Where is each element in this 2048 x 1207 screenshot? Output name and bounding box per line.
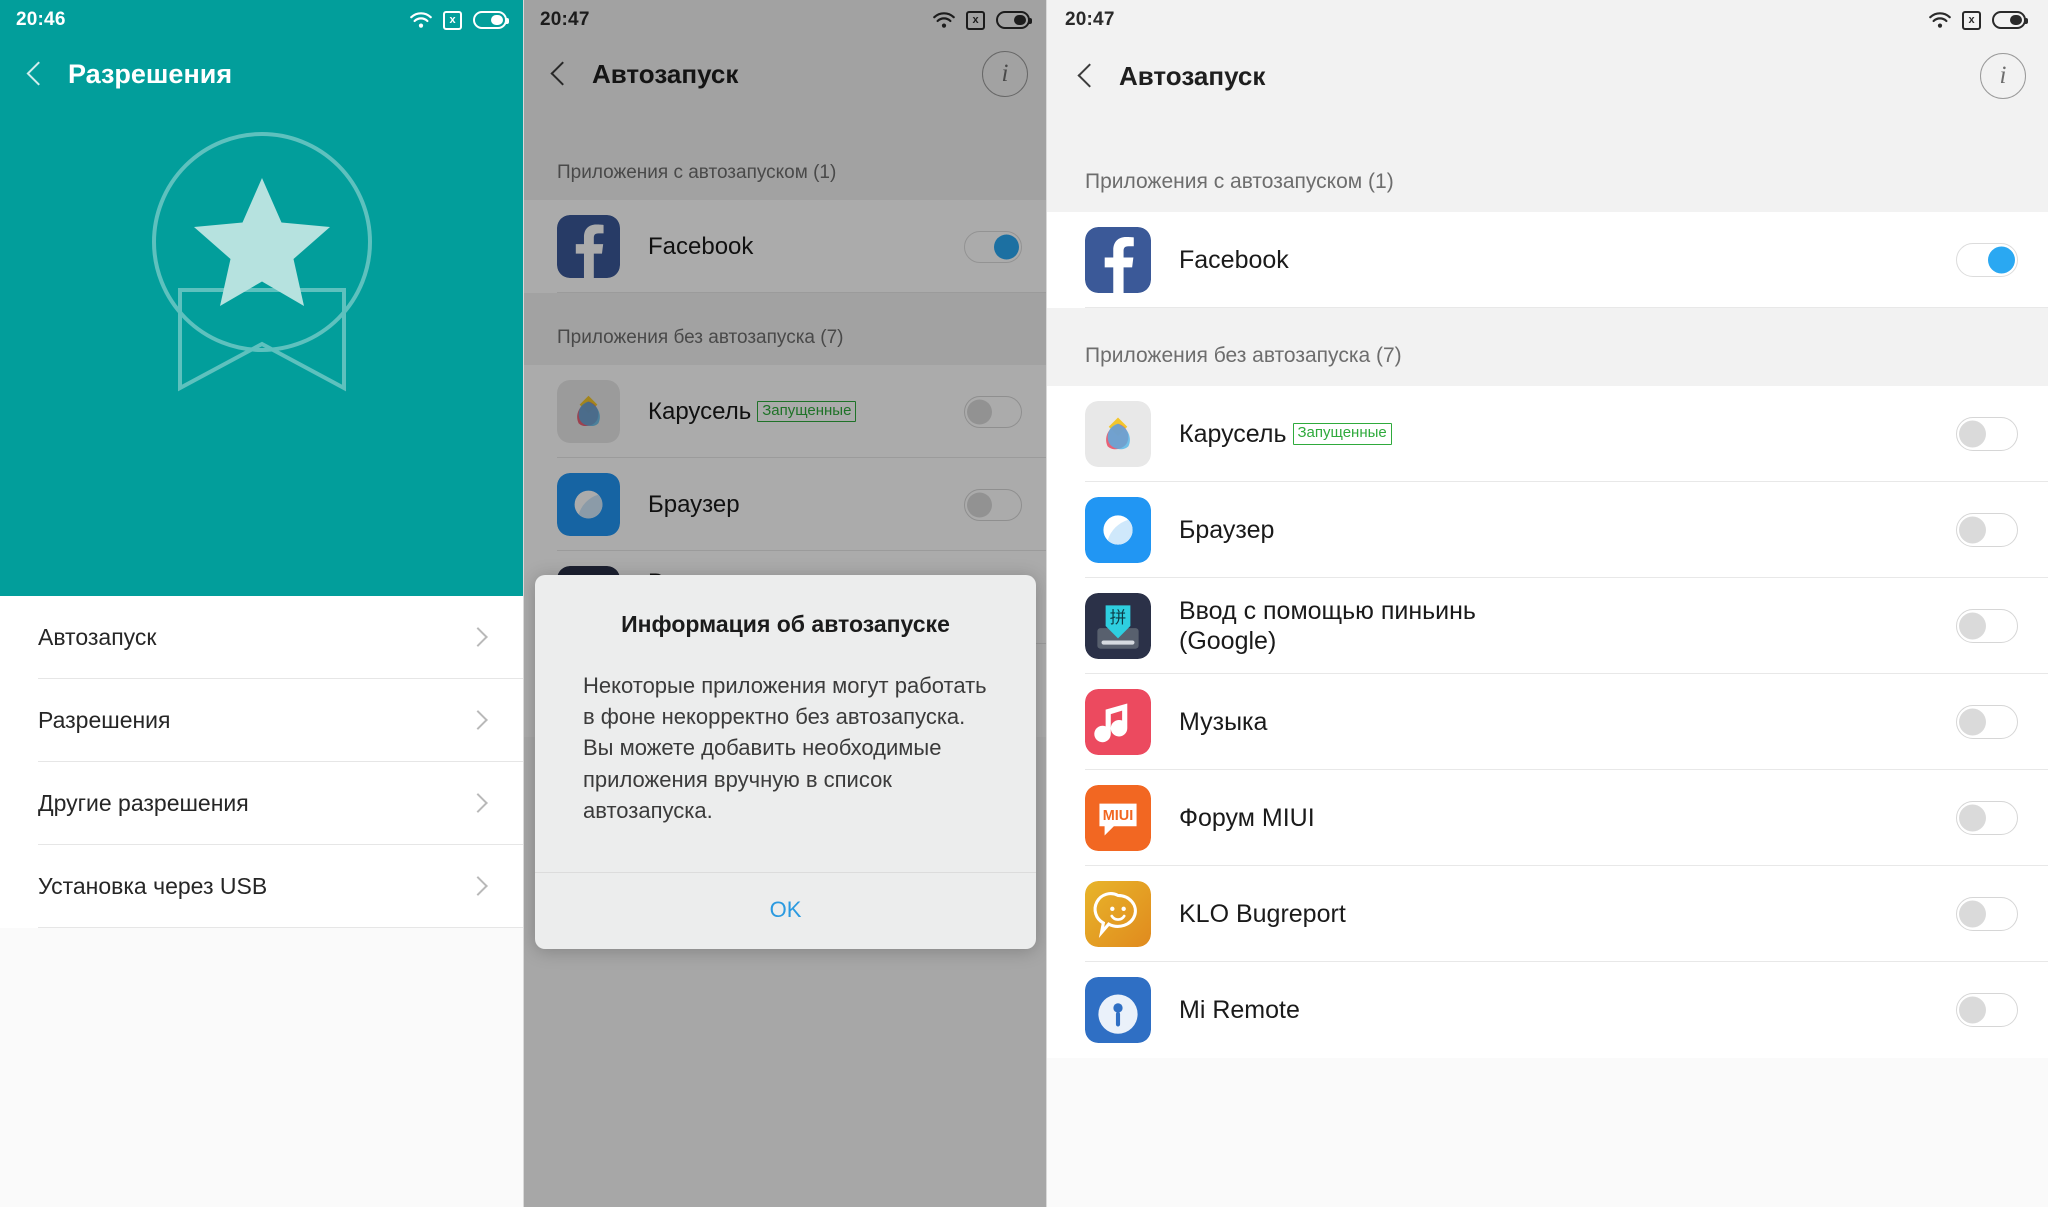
wifi-icon — [1929, 11, 1951, 29]
facebook-icon — [1085, 227, 1151, 293]
screenshot-triptych: 20:46 x Разрешения Автозапуск Разрешения… — [0, 0, 2048, 1207]
miui-forum-icon: MIUI — [1085, 785, 1151, 851]
ok-button[interactable]: OK — [535, 873, 1036, 949]
chevron-right-icon — [468, 793, 488, 813]
svg-text:MIUI: MIUI — [1103, 808, 1133, 824]
autostart-toggle[interactable] — [1956, 417, 2018, 451]
settings-row-label: Установка через USB — [38, 872, 268, 899]
mi-remote-icon — [1085, 977, 1151, 1043]
section-heading: Приложения без автозапуска (7) — [1047, 308, 2048, 386]
status-icons: x — [410, 10, 509, 30]
wifi-icon — [410, 11, 432, 29]
music-icon — [1085, 689, 1151, 755]
sim-disabled-icon: x — [1962, 10, 1981, 30]
app-name: Ввод с помощью пиньинь (Google) — [1179, 596, 1476, 656]
status-bar: 20:47 x — [1047, 0, 2048, 40]
autostart-list: Приложения с автозапуском (1) Facebook П… — [1047, 112, 2048, 1058]
autostart-toggle[interactable] — [1956, 897, 2018, 931]
app-row[interactable]: 拼 Ввод с помощью пиньинь (Google) — [1047, 578, 2048, 674]
chevron-right-icon — [468, 710, 488, 730]
autostart-toggle[interactable] — [1956, 513, 2018, 547]
app-name: Браузер — [1179, 515, 1275, 544]
page-title: Разрешения — [68, 58, 233, 89]
dialog-title: Информация об автозапуске — [621, 611, 950, 637]
app-name: Карусель Запущенные — [1179, 419, 1392, 450]
info-circle-icon[interactable]: i — [1980, 53, 2026, 99]
app-row[interactable]: Карусель Запущенные — [1047, 386, 2048, 482]
pinyin-keyboard-icon: 拼 — [1085, 593, 1151, 659]
carousel-icon — [1085, 401, 1151, 467]
autostart-toggle[interactable] — [1956, 243, 2018, 277]
app-name: Facebook — [1179, 245, 1289, 274]
back-chevron-icon[interactable] — [18, 57, 52, 91]
autostart-toggle[interactable] — [1956, 993, 2018, 1027]
status-bar: 20:46 x — [0, 0, 523, 40]
app-name: Музыка — [1179, 707, 1268, 736]
klo-bugreport-icon — [1085, 881, 1151, 947]
battery-icon — [473, 11, 509, 29]
app-bar: Автозапуск i — [1047, 40, 2048, 112]
app-name: Mi Remote — [1179, 995, 1300, 1024]
settings-row-label: Автозапуск — [38, 623, 157, 650]
autostart-toggle[interactable] — [1956, 801, 2018, 835]
settings-row[interactable]: Другие разрешения — [38, 762, 523, 845]
autostart-toggle[interactable] — [1956, 609, 2018, 643]
settings-row-label: Разрешения — [38, 706, 171, 733]
page-title: Автозапуск — [1119, 60, 1266, 91]
app-row[interactable]: Музыка — [1047, 674, 2048, 770]
dialog-body: Некоторые приложения могут работать в фо… — [583, 673, 987, 823]
back-chevron-icon[interactable] — [1069, 59, 1103, 93]
autostart-toggle[interactable] — [1956, 705, 2018, 739]
chevron-right-icon — [468, 876, 488, 896]
app-row[interactable]: MIUI Форум MIUI — [1047, 770, 2048, 866]
settings-list: Автозапуск Разрешения Другие разрешения … — [0, 596, 523, 928]
browser-icon — [1085, 497, 1151, 563]
settings-row[interactable]: Автозапуск — [38, 596, 523, 679]
app-name: Форум MIUI — [1179, 803, 1315, 832]
status-clock: 20:47 — [1065, 9, 1115, 30]
status-clock: 20:46 — [16, 9, 66, 30]
sim-disabled-icon: x — [443, 10, 462, 30]
app-row[interactable]: Mi Remote — [1047, 962, 2048, 1058]
app-row[interactable]: Браузер — [1047, 482, 2048, 578]
app-bar: Разрешения — [0, 40, 523, 108]
hero-illustration — [0, 108, 523, 596]
status-icons: x — [1929, 10, 2028, 30]
chevron-right-icon — [468, 627, 488, 647]
settings-row[interactable]: Разрешения — [38, 679, 523, 762]
screen-autostart-dialog: 20:47 x Автозапуск i Приложения с автоза… — [523, 0, 1046, 1207]
autostart-info-dialog: Информация об автозапуске Некоторые прил… — [535, 575, 1036, 950]
battery-icon — [1992, 11, 2028, 29]
svg-text:拼: 拼 — [1110, 608, 1127, 627]
section-heading: Приложения с автозапуском (1) — [1047, 112, 2048, 212]
status-badge: Запущенные — [1292, 423, 1392, 445]
app-name: KLO Bugreport — [1179, 899, 1346, 928]
badge-star-ribbon-illustration — [152, 132, 372, 392]
screen-autostart: 20:47 x Автозапуск i Приложения с автоза… — [1046, 0, 2048, 1207]
app-row[interactable]: KLO Bugreport — [1047, 866, 2048, 962]
screen-permissions: 20:46 x Разрешения Автозапуск Разрешения… — [0, 0, 523, 1207]
settings-row[interactable]: Установка через USB — [38, 845, 523, 928]
settings-row-label: Другие разрешения — [38, 789, 249, 816]
app-row[interactable]: Facebook — [1047, 212, 2048, 308]
